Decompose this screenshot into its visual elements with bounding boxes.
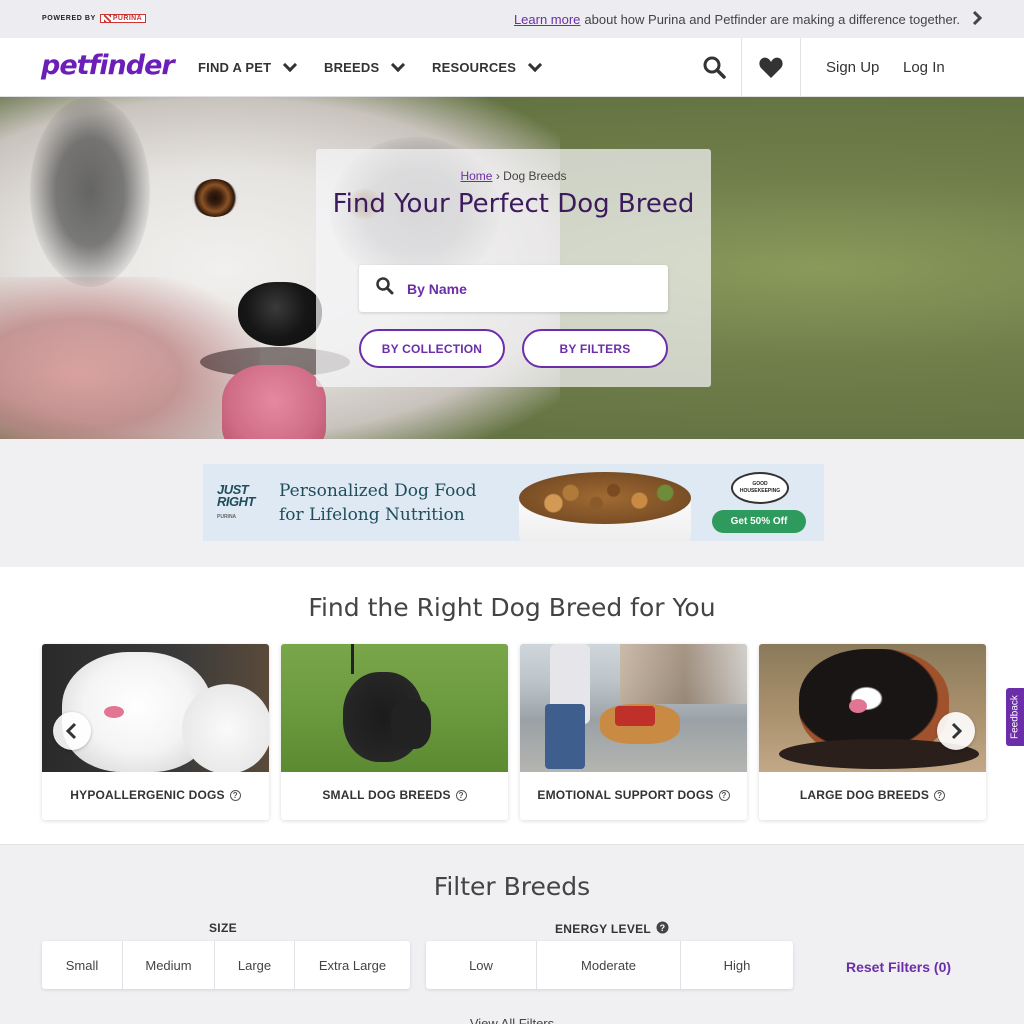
collection-card-emotional-support[interactable]: EMOTIONAL SUPPORT DOGS?: [520, 644, 747, 820]
energy-level-label: ENERGY LEVEL ?: [555, 921, 669, 937]
powered-by: POWERED BY PURINA: [42, 14, 147, 23]
purina-bar: POWERED BY PURINA Learn more about how P…: [0, 0, 1024, 38]
card-label: HYPOALLERGENIC DOGS: [70, 788, 225, 802]
dog-nose: [238, 282, 322, 346]
feedback-tab[interactable]: Feedback: [1006, 688, 1024, 746]
by-filters-button[interactable]: BY FILTERS: [522, 329, 668, 368]
nav-breeds[interactable]: BREEDS: [324, 57, 406, 75]
carousel-next-button[interactable]: [937, 712, 975, 750]
size-option-medium[interactable]: Medium: [123, 941, 215, 989]
view-all-filters-link[interactable]: View All Filters: [0, 1016, 1024, 1024]
bowl-kibble: [519, 472, 691, 524]
nav-resources-label: RESOURCES: [432, 60, 517, 75]
ad-headline: Personalized Dog Food for Lifelong Nutri…: [279, 479, 476, 527]
ad-logo-sub: PURINA: [217, 514, 237, 520]
card-caption: LARGE DOG BREEDS?: [759, 788, 986, 802]
heart-icon[interactable]: [758, 55, 784, 81]
reset-filters-button[interactable]: Reset Filters (0): [846, 959, 951, 975]
energy-option-low[interactable]: Low: [426, 941, 537, 989]
purina-message: Learn more about how Purina and Petfinde…: [514, 10, 983, 28]
energy-option-high[interactable]: High: [681, 941, 793, 989]
nav-divider: [800, 38, 801, 97]
breed-search-box[interactable]: [359, 265, 668, 312]
good-housekeeping-seal: GOOD HOUSEKEEPING: [731, 472, 789, 504]
energy-level-label-text: ENERGY LEVEL: [555, 922, 652, 936]
size-option-extra-large[interactable]: Extra Large: [295, 941, 410, 989]
help-icon[interactable]: ?: [718, 790, 730, 801]
chevron-down-icon: [283, 57, 298, 73]
ad-cta-button[interactable]: Get 50% Off: [712, 510, 806, 533]
log-in-link[interactable]: Log In: [903, 59, 945, 76]
size-filter-group: Small Medium Large Extra Large: [42, 941, 410, 989]
powered-by-label: POWERED BY: [42, 15, 96, 22]
help-icon[interactable]: ?: [455, 790, 467, 801]
size-option-large[interactable]: Large: [215, 941, 295, 989]
nav-resources[interactable]: RESOURCES: [432, 57, 543, 75]
purina-message-text: about how Purina and Petfinder are makin…: [584, 12, 960, 27]
ad-headline-line2: for Lifelong Nutrition: [279, 505, 465, 525]
collection-card-small[interactable]: SMALL DOG BREEDS?: [281, 644, 508, 820]
energy-option-moderate[interactable]: Moderate: [537, 941, 681, 989]
breed-search-card: Home › Dog Breeds Find Your Perfect Dog …: [316, 149, 711, 387]
card-image: [281, 644, 508, 772]
checkerboard-icon: [103, 15, 111, 22]
breadcrumb-home[interactable]: Home: [460, 169, 492, 183]
ad-logo-line2: RIGHT: [217, 494, 255, 509]
card-caption: HYPOALLERGENIC DOGS?: [42, 788, 269, 802]
card-image: [520, 644, 747, 772]
breed-search-input[interactable]: [407, 280, 647, 297]
energy-filter-group: Low Moderate High: [426, 941, 793, 989]
dog-ear-patch: [30, 97, 150, 287]
food-bowl-image: [519, 472, 691, 541]
chevron-down-icon: [391, 57, 406, 73]
help-icon[interactable]: ?: [229, 790, 241, 801]
dog-eye: [192, 179, 238, 217]
nav-find-a-pet[interactable]: FIND A PET: [198, 57, 298, 75]
petfinder-logo[interactable]: petfinder: [41, 50, 175, 81]
filter-title: Filter Breeds: [433, 872, 591, 901]
nav-find-a-pet-label: FIND A PET: [198, 60, 272, 75]
card-label: EMOTIONAL SUPPORT DOGS: [537, 788, 714, 802]
just-right-logo: JUST RIGHT PURINA: [217, 483, 265, 523]
search-icon: [375, 276, 395, 301]
breed-collections: Find the Right Dog Breed for You HYPOALL…: [0, 567, 1024, 845]
size-option-small[interactable]: Small: [42, 941, 123, 989]
card-caption: SMALL DOG BREEDS?: [281, 788, 508, 802]
collections-title: Find the Right Dog Breed for You: [308, 593, 716, 622]
search-icon[interactable]: [702, 55, 728, 81]
chevron-down-icon: [528, 57, 543, 73]
help-icon[interactable]: ?: [656, 921, 669, 937]
purina-logo[interactable]: PURINA: [99, 14, 147, 23]
nav-breeds-label: BREEDS: [324, 60, 380, 75]
purina-label: PURINA: [112, 15, 143, 22]
dog-tongue: [222, 365, 326, 439]
filter-breeds-section: Filter Breeds SIZE Small Medium Large Ex…: [0, 846, 1024, 1024]
carousel-prev-button[interactable]: [53, 712, 91, 750]
card-caption: EMOTIONAL SUPPORT DOGS?: [520, 788, 747, 802]
size-label-text: SIZE: [209, 921, 237, 935]
main-nav: petfinder FIND A PET BREEDS RESOURCES Si…: [0, 38, 1024, 97]
ad-banner[interactable]: JUST RIGHT PURINA Personalized Dog Food …: [203, 464, 824, 541]
ad-headline-line1: Personalized Dog Food: [279, 481, 477, 501]
size-label: SIZE: [209, 921, 237, 935]
breadcrumb-current: Dog Breeds: [503, 169, 567, 183]
svg-text:?: ?: [660, 923, 666, 933]
by-collection-button[interactable]: BY COLLECTION: [359, 329, 505, 368]
breadcrumb: Home › Dog Breeds: [316, 169, 711, 183]
card-image: [42, 644, 269, 772]
page-title: Find Your Perfect Dog Breed: [332, 189, 695, 219]
hero-banner: Home › Dog Breeds Find Your Perfect Dog …: [0, 97, 1024, 439]
ad-section: JUST RIGHT PURINA Personalized Dog Food …: [0, 439, 1024, 567]
help-icon[interactable]: ?: [934, 790, 946, 801]
card-label: LARGE DOG BREEDS: [799, 788, 930, 802]
learn-more-link[interactable]: Learn more: [514, 12, 580, 27]
card-image: [759, 644, 986, 772]
sign-up-link[interactable]: Sign Up: [826, 59, 879, 76]
nav-divider: [741, 38, 742, 97]
card-label: SMALL DOG BREEDS: [322, 788, 451, 802]
chevron-right-icon[interactable]: [972, 10, 983, 28]
